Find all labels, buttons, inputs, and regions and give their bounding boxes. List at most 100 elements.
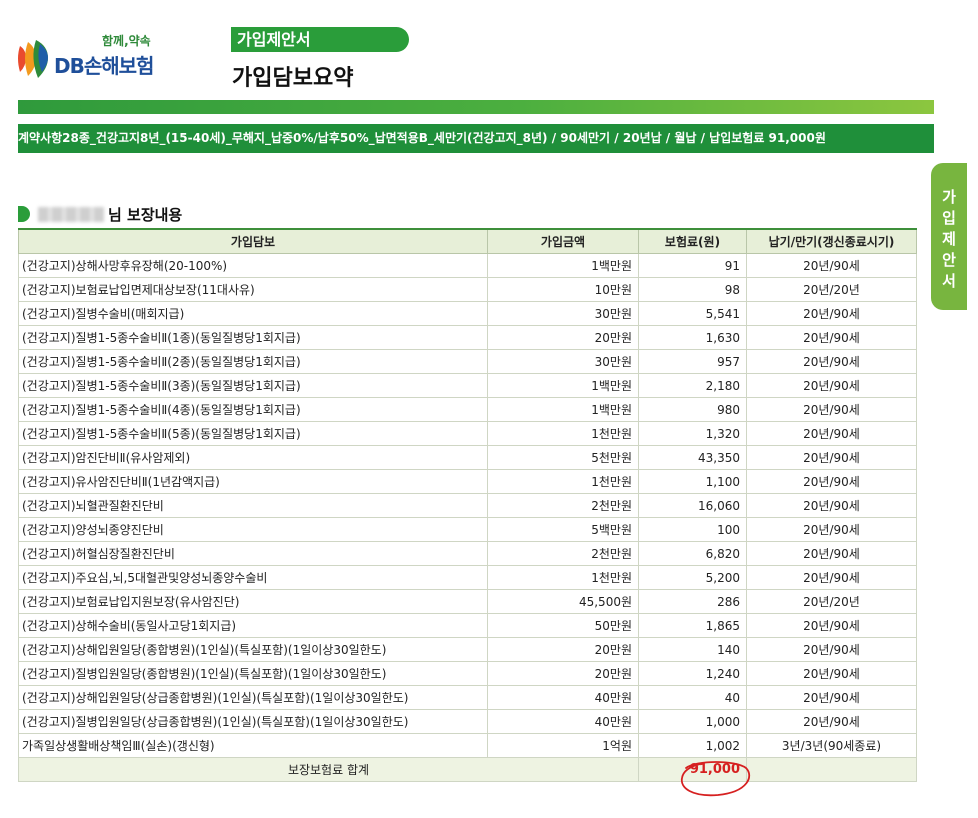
cell-term: 20년/90세 bbox=[746, 349, 917, 374]
total-empty-cell bbox=[746, 757, 917, 782]
cell-term: 20년/90세 bbox=[746, 469, 917, 494]
header-term: 납기/만기(갱신종료시기) bbox=[746, 228, 917, 254]
cell-amount: 1백만원 bbox=[487, 373, 639, 398]
cell-coverage: (건강고지)질병1-5종수술비Ⅱ(4종)(동일질병당1회지급) bbox=[18, 397, 488, 422]
cell-coverage: (건강고지)질병수술비(매회지급) bbox=[18, 301, 488, 326]
blurred-customer-name bbox=[38, 207, 104, 222]
cell-coverage: (건강고지)허혈심장질환진단비 bbox=[18, 541, 488, 566]
cell-coverage: (건강고지)질병입원일당(상급종합병원)(1인실)(특실포함)(1일이상30일한… bbox=[18, 709, 488, 734]
cell-coverage: (건강고지)보험료납입면제대상보장(11대사유) bbox=[18, 277, 488, 302]
cell-amount: 10만원 bbox=[487, 277, 639, 302]
cell-coverage: (건강고지)상해입원일당(종합병원)(1인실)(특실포함)(1일이상30일한도) bbox=[18, 637, 488, 662]
coverage-table: 가입담보 가입금액 보험료(원) 납기/만기(갱신종료시기) (건강고지)상해사… bbox=[18, 228, 917, 782]
cell-amount: 20만원 bbox=[487, 661, 639, 686]
table-row: (건강고지)질병1-5종수술비Ⅱ(2종)(동일질병당1회지급) 30만원 957 20… bbox=[18, 349, 917, 374]
cell-term: 20년/90세 bbox=[746, 397, 917, 422]
red-circle-annotation bbox=[681, 761, 751, 797]
table-row: (건강고지)암진단비Ⅱ(유사암제외) 5천만원 43,350 20년/90세 bbox=[18, 445, 917, 470]
cell-coverage: (건강고지)유사암진단비Ⅱ(1년감액지급) bbox=[18, 469, 488, 494]
table-row: (건강고지)주요심,뇌,5대혈관및양성뇌종양수술비 1천만원 5,200 20년/90… bbox=[18, 565, 917, 590]
cell-coverage: (건강고지)상해사망후유장해(20-100%) bbox=[18, 253, 488, 278]
cell-premium: 40 bbox=[638, 685, 747, 710]
table-row: (건강고지)상해수술비(동일사고당1회지급) 50만원 1,865 20년/90세 bbox=[18, 613, 917, 638]
cell-coverage: (건강고지)상해입원일당(상급종합병원)(1인실)(특실포함)(1일이상30일한… bbox=[18, 685, 488, 710]
cell-premium: 1,100 bbox=[638, 469, 747, 494]
cell-coverage: (건강고지)암진단비Ⅱ(유사암제외) bbox=[18, 445, 488, 470]
cell-term: 20년/20년 bbox=[746, 589, 917, 614]
cell-coverage: 가족일상생활배상책임Ⅲ(실손)(갱신형) bbox=[18, 733, 488, 758]
cell-coverage: (건강고지)질병입원일당(종합병원)(1인실)(특실포함)(1일이상30일한도) bbox=[18, 661, 488, 686]
cell-premium: 91 bbox=[638, 253, 747, 278]
cell-premium: 1,320 bbox=[638, 421, 747, 446]
table-row: (건강고지)보험료납입지원보장(유사암진단) 45,500원 286 20년/20년 bbox=[18, 589, 917, 614]
cell-amount: 45,500원 bbox=[487, 589, 639, 614]
cell-term: 20년/90세 bbox=[746, 517, 917, 542]
cell-term: 20년/90세 bbox=[746, 493, 917, 518]
table-row: (건강고지)질병1-5종수술비Ⅱ(5종)(동일질병당1회지급) 1천만원 1,320… bbox=[18, 421, 917, 446]
cell-premium: 1,002 bbox=[638, 733, 747, 758]
cell-term: 20년/90세 bbox=[746, 613, 917, 638]
cell-term: 20년/90세 bbox=[746, 709, 917, 734]
cell-term: 20년/90세 bbox=[746, 253, 917, 278]
cell-term: 20년/20년 bbox=[746, 277, 917, 302]
page-title: 가입담보요약 bbox=[232, 66, 354, 91]
cell-term: 20년/90세 bbox=[746, 301, 917, 326]
cell-amount: 40만원 bbox=[487, 685, 639, 710]
cell-coverage: (건강고지)질병1-5종수술비Ⅱ(5종)(동일질병당1회지급) bbox=[18, 421, 488, 446]
top-green-band bbox=[18, 100, 934, 114]
logo-name: DB손해보험 bbox=[54, 54, 154, 78]
section-title: 님 보장내용 bbox=[108, 206, 183, 224]
cell-amount: 30만원 bbox=[487, 301, 639, 326]
section-marker-icon bbox=[18, 206, 30, 222]
cell-premium: 6,820 bbox=[638, 541, 747, 566]
table-row: (건강고지)상해입원일당(상급종합병원)(1인실)(특실포함)(1일이상30일한… bbox=[18, 685, 917, 710]
header-amount: 가입금액 bbox=[487, 228, 639, 254]
cell-premium: 1,240 bbox=[638, 661, 747, 686]
db-logo: 함께,약속 DB손해보험 bbox=[16, 30, 176, 86]
cell-premium: 43,350 bbox=[638, 445, 747, 470]
side-tab-proposal[interactable]: 가 입 제 안 서 bbox=[931, 163, 967, 310]
table-row: (건강고지)질병1-5종수술비Ⅱ(1종)(동일질병당1회지급) 20만원 1,630… bbox=[18, 325, 917, 350]
cell-amount: 40만원 bbox=[487, 709, 639, 734]
cell-amount: 20만원 bbox=[487, 637, 639, 662]
cell-amount: 50만원 bbox=[487, 613, 639, 638]
cell-premium: 1,000 bbox=[638, 709, 747, 734]
table-row: (건강고지)유사암진단비Ⅱ(1년감액지급) 1천만원 1,100 20년/90세 bbox=[18, 469, 917, 494]
cell-premium: 100 bbox=[638, 517, 747, 542]
cell-premium: 957 bbox=[638, 349, 747, 374]
cell-amount: 5천만원 bbox=[487, 445, 639, 470]
table-row: (건강고지)질병입원일당(종합병원)(1인실)(특실포함)(1일이상30일한도)… bbox=[18, 661, 917, 686]
header-premium: 보험료(원) bbox=[638, 228, 747, 254]
cell-term: 20년/90세 bbox=[746, 637, 917, 662]
cell-coverage: (건강고지)질병1-5종수술비Ⅱ(1종)(동일질병당1회지급) bbox=[18, 325, 488, 350]
side-tab-char: 안 bbox=[942, 251, 956, 269]
cell-amount: 1천만원 bbox=[487, 421, 639, 446]
table-row: (건강고지)상해입원일당(종합병원)(1인실)(특실포함)(1일이상30일한도)… bbox=[18, 637, 917, 662]
side-tab-char: 가 bbox=[942, 188, 956, 206]
table-row: (건강고지)질병1-5종수술비Ⅱ(4종)(동일질병당1회지급) 1백만원 980 20… bbox=[18, 397, 917, 422]
table-row: (건강고지)뇌혈관질환진단비 2천만원 16,060 20년/90세 bbox=[18, 493, 917, 518]
cell-premium: 1,865 bbox=[638, 613, 747, 638]
header-coverage: 가입담보 bbox=[18, 228, 488, 254]
table-row: (건강고지)허혈심장질환진단비 2천만원 6,820 20년/90세 bbox=[18, 541, 917, 566]
total-row: 보장보험료 합계 91,000 bbox=[18, 757, 917, 782]
cell-coverage: (건강고지)질병1-5종수술비Ⅱ(2종)(동일질병당1회지급) bbox=[18, 349, 488, 374]
cell-amount: 2천만원 bbox=[487, 493, 639, 518]
cell-premium: 286 bbox=[638, 589, 747, 614]
cell-coverage: (건강고지)질병1-5종수술비Ⅱ(3종)(동일질병당1회지급) bbox=[18, 373, 488, 398]
cell-premium: 16,060 bbox=[638, 493, 747, 518]
cell-coverage: (건강고지)뇌혈관질환진단비 bbox=[18, 493, 488, 518]
cell-amount: 5백만원 bbox=[487, 517, 639, 542]
total-label: 보장보험료 합계 bbox=[18, 757, 639, 782]
cell-amount: 2천만원 bbox=[487, 541, 639, 566]
table-row: (건강고지)질병수술비(매회지급) 30만원 5,541 20년/90세 bbox=[18, 301, 917, 326]
table-row: (건강고지)질병입원일당(상급종합병원)(1인실)(특실포함)(1일이상30일한… bbox=[18, 709, 917, 734]
cell-term: 20년/90세 bbox=[746, 421, 917, 446]
cell-premium: 980 bbox=[638, 397, 747, 422]
cell-premium: 1,630 bbox=[638, 325, 747, 350]
cell-amount: 20만원 bbox=[487, 325, 639, 350]
cell-premium: 140 bbox=[638, 637, 747, 662]
table-row: (건강고지)질병1-5종수술비Ⅱ(3종)(동일질병당1회지급) 1백만원 2,180… bbox=[18, 373, 917, 398]
contract-summary-bar: 계약사항28종_건강고지8년_(15-40세)_무해지_납중0%/납후50%_납… bbox=[18, 124, 934, 153]
cell-coverage: (건강고지)주요심,뇌,5대혈관및양성뇌종양수술비 bbox=[18, 565, 488, 590]
